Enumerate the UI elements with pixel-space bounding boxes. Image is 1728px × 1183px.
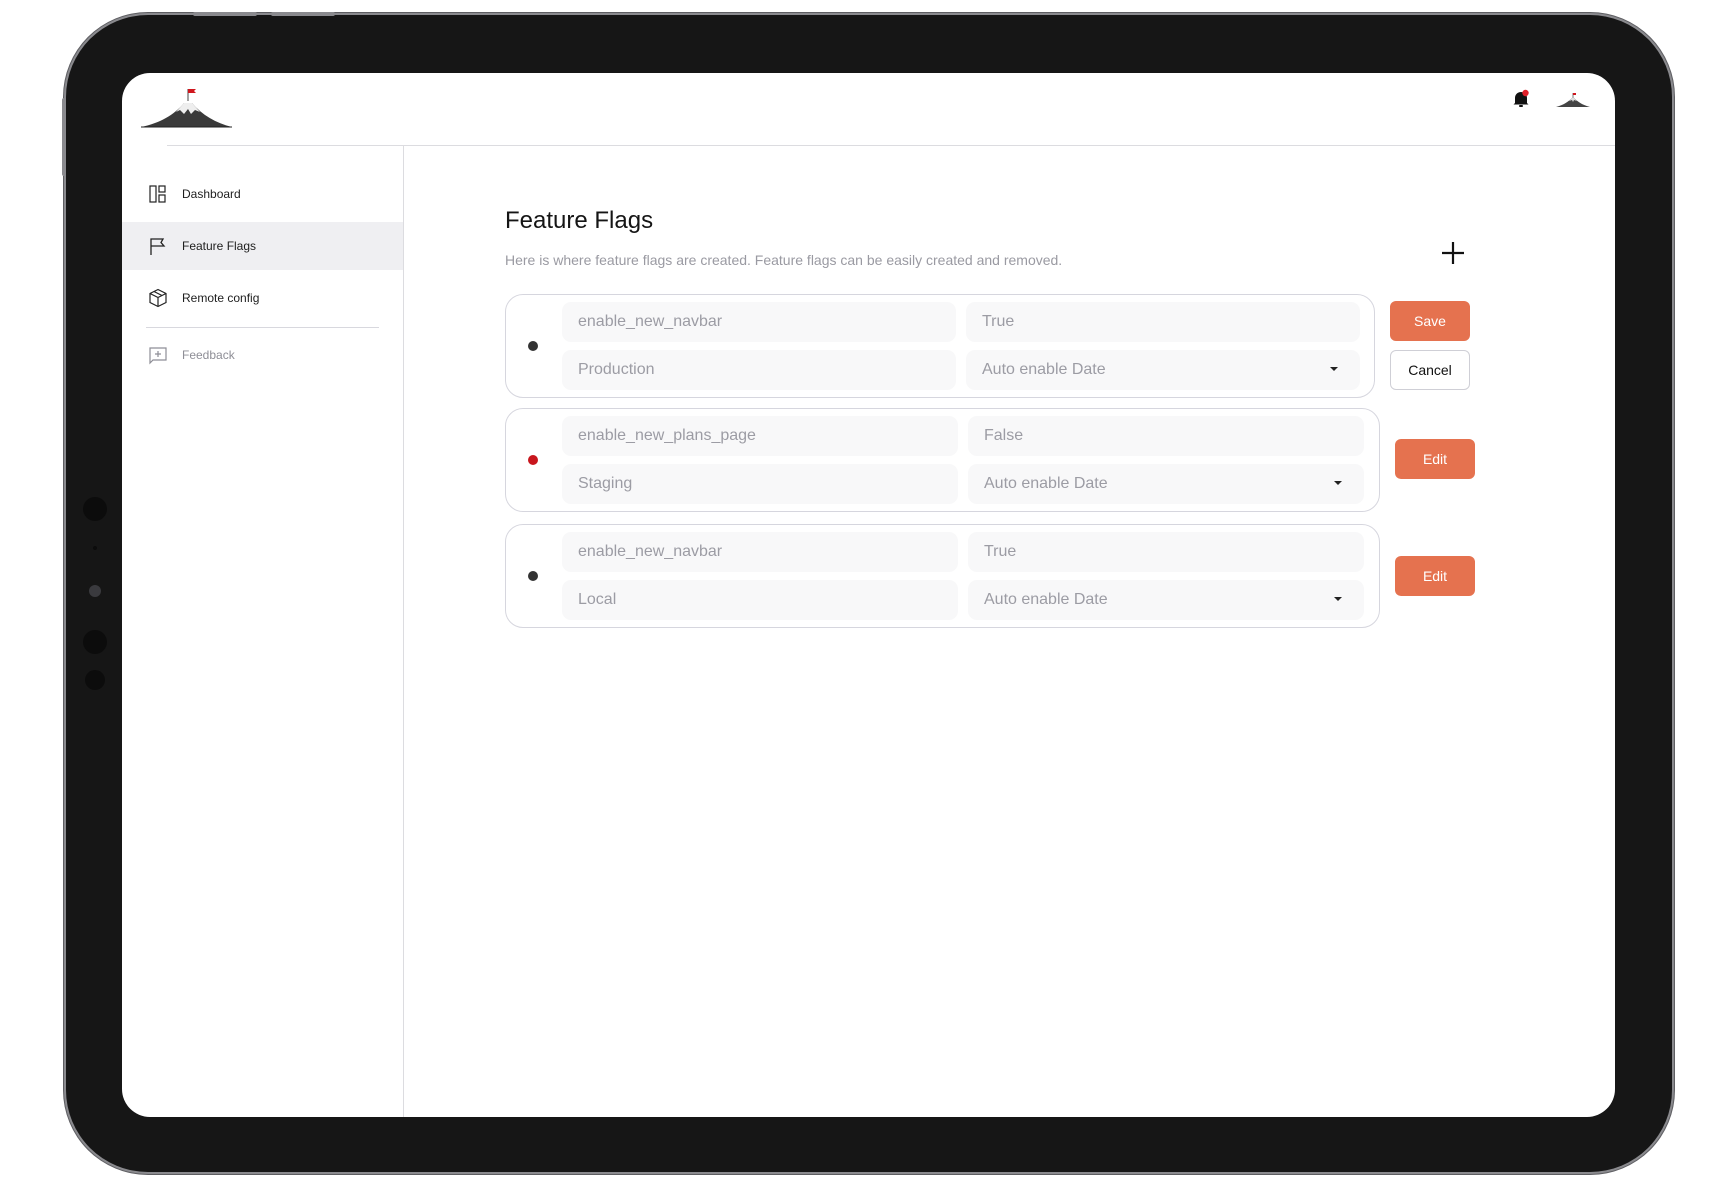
sidebar-item-label: Feedback	[182, 348, 235, 362]
save-button[interactable]: Save	[1390, 301, 1470, 341]
status-dot-inactive	[528, 455, 538, 465]
cancel-button[interactable]: Cancel	[1390, 350, 1470, 390]
device-camera	[89, 585, 101, 597]
flag-value-input[interactable]: True	[966, 302, 1360, 342]
box-icon	[148, 288, 168, 308]
environment-input[interactable]: Staging	[562, 464, 958, 504]
bell-icon[interactable]	[1512, 89, 1530, 109]
caret-down-icon	[1330, 367, 1338, 371]
date-placeholder: Auto enable Date	[984, 591, 1108, 608]
sidebar-item-feedback[interactable]: Feedback	[122, 331, 403, 379]
flag-name-value: enable_new_navbar	[578, 543, 723, 560]
flag-value-value: True	[984, 543, 1017, 560]
sidebar-item-label: Dashboard	[182, 187, 241, 201]
sidebar-item-feature-flags[interactable]: Feature Flags	[122, 222, 403, 270]
flag-card: enable_new_plans_page False Staging Auto…	[505, 408, 1380, 512]
flag-value-input[interactable]: True	[968, 532, 1364, 572]
flag-name-value: enable_new_plans_page	[578, 427, 756, 444]
device-sensor	[83, 497, 107, 521]
sidebar-divider	[403, 146, 404, 1117]
sidebar-item-dashboard[interactable]: Dashboard	[122, 170, 403, 218]
environment-value: Staging	[578, 475, 633, 492]
sidebar-item-label: Remote config	[182, 291, 260, 305]
environment-value: Local	[578, 591, 617, 608]
flag-name-value: enable_new_navbar	[578, 313, 723, 330]
sidebar-item-remote-config[interactable]: Remote config	[122, 274, 403, 322]
page-title: Feature Flags	[505, 207, 654, 234]
flag-name-input[interactable]: enable_new_navbar	[562, 302, 956, 342]
environment-input[interactable]: Production	[562, 350, 956, 390]
header-divider	[167, 145, 1615, 146]
add-flag-button[interactable]	[1439, 239, 1467, 267]
flag-card: enable_new_navbar True Local Auto enable…	[505, 524, 1380, 628]
sidebar-section-divider	[146, 327, 379, 328]
caret-down-icon	[1334, 597, 1342, 601]
sidebar-item-label: Feature Flags	[182, 239, 257, 253]
flag-card: enable_new_navbar True Production Auto e…	[505, 294, 1375, 398]
device-sensor	[83, 630, 107, 654]
auto-enable-date-select[interactable]: Auto enable Date	[968, 580, 1364, 620]
device-sensor	[85, 670, 105, 690]
edit-button[interactable]: Edit	[1395, 439, 1475, 479]
device-side-button	[62, 98, 66, 176]
auto-enable-date-select[interactable]: Auto enable Date	[966, 350, 1360, 390]
flag-value-value: False	[984, 427, 1024, 444]
date-placeholder: Auto enable Date	[982, 361, 1106, 378]
mountain-avatar-icon[interactable]	[1556, 92, 1590, 108]
device-top-button-1	[193, 12, 257, 16]
dashboard-icon	[148, 184, 168, 204]
flag-name-input[interactable]: enable_new_navbar	[562, 532, 958, 572]
environment-input[interactable]: Local	[562, 580, 958, 620]
edit-button[interactable]: Edit	[1395, 556, 1475, 596]
flag-name-input[interactable]: enable_new_plans_page	[562, 416, 958, 456]
device-sensor	[93, 546, 97, 550]
device-top-button-2	[271, 12, 335, 16]
caret-down-icon	[1334, 481, 1342, 485]
plus-icon	[1442, 242, 1464, 264]
app-screen: Dashboard Feature Flags Remote config Fe…	[122, 73, 1615, 1117]
date-placeholder: Auto enable Date	[984, 475, 1108, 492]
mountain-logo-icon[interactable]	[140, 87, 232, 129]
auto-enable-date-select[interactable]: Auto enable Date	[968, 464, 1364, 504]
status-dot-active	[528, 571, 538, 581]
page-subtitle: Here is where feature flags are created.…	[505, 252, 1063, 268]
status-dot-active	[528, 341, 538, 351]
flag-value-value: True	[982, 313, 1015, 330]
flag-icon	[148, 236, 168, 256]
feedback-icon	[148, 345, 168, 365]
flag-value-input[interactable]: False	[968, 416, 1364, 456]
environment-value: Production	[578, 361, 655, 378]
